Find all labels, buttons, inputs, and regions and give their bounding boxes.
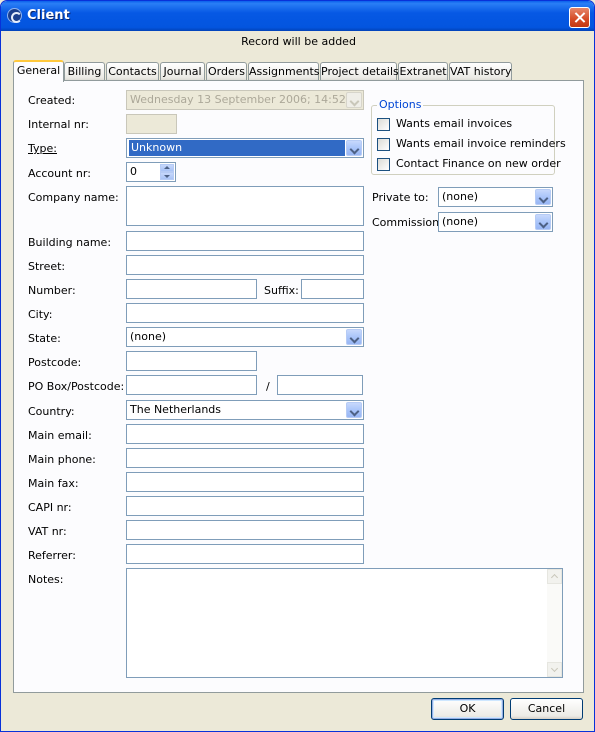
type-label: Type: [28,142,57,155]
spinner[interactable] [160,164,174,180]
tab-vat-history[interactable]: VAT history [449,62,512,81]
created-value: Wednesday 13 September 2006; 14:52 [130,93,346,106]
general-panel: Created: Wednesday 13 September 2006; 14… [13,80,584,693]
close-icon[interactable] [569,7,590,28]
spin-down-icon[interactable] [160,172,174,180]
main-fax-label: Main fax: [28,477,79,490]
internal-nr-field [126,114,177,134]
main-email-label: Main email: [28,429,92,442]
type-select[interactable]: Unknown [126,138,364,158]
commission-select[interactable]: (none) [438,212,553,232]
notes-textarea[interactable] [126,568,563,678]
state-value: (none) [130,330,167,343]
title-bar[interactable]: Client [1,1,594,31]
status-message: Record will be added [241,35,356,48]
referrer-input[interactable] [126,544,364,564]
tab-general[interactable]: General [13,60,64,82]
city-label: City: [28,308,53,321]
building-name-label: Building name: [28,236,112,249]
tab-project-details[interactable]: Project details [320,62,399,81]
window-title: Client [27,8,70,23]
po-box-label: PO Box/Postcode: [28,380,125,393]
scroll-down-icon[interactable] [547,662,562,677]
chevron-down-icon[interactable] [535,214,551,230]
street-input[interactable] [126,255,364,275]
number-label: Number: [28,284,76,297]
referrer-label: Referrer: [28,549,76,562]
app-icon [7,8,22,23]
commission-value: (none) [442,215,479,228]
created-field: Wednesday 13 September 2006; 14:52 [126,90,364,110]
chevron-down-icon [346,92,362,108]
wants-email-invoices-checkbox[interactable] [377,118,390,131]
po-box-input[interactable] [126,375,257,395]
chevron-down-icon[interactable] [535,189,551,205]
tab-journal[interactable]: Journal [160,62,205,81]
country-value: The Netherlands [130,403,222,416]
options-legend: Options [377,98,424,111]
street-label: Street: [28,260,66,273]
created-label: Created: [28,94,76,107]
client-dialog: Client Record will be added General Bill… [0,0,595,732]
tab-assignments[interactable]: Assignments [248,62,320,81]
postcode-label: Postcode: [28,356,82,369]
chevron-down-icon[interactable] [346,402,362,418]
contact-finance-checkbox[interactable] [377,158,390,171]
tab-contacts[interactable]: Contacts [106,62,159,81]
private-to-select[interactable]: (none) [438,187,553,207]
main-fax-input[interactable] [126,472,364,492]
vat-nr-input[interactable] [126,520,364,540]
contact-finance-label[interactable]: Contact Finance on new order [396,157,561,170]
private-to-label: Private to: [372,191,429,204]
account-nr-stepper[interactable]: 0 [126,162,176,182]
wants-email-reminders-checkbox[interactable] [377,138,390,151]
suffix-label: Suffix: [264,284,299,297]
commission-label: Commission: [372,216,443,229]
type-value: Unknown [129,140,345,156]
private-to-value: (none) [442,190,479,203]
main-phone-input[interactable] [126,448,364,468]
capi-nr-input[interactable] [126,496,364,516]
company-name-input[interactable] [126,186,364,226]
main-email-input[interactable] [126,424,364,444]
chevron-down-icon[interactable] [346,329,362,345]
building-name-input[interactable] [126,231,364,251]
notes-label: Notes: [28,573,64,586]
ok-button[interactable]: OK [431,698,504,720]
notes-scrollbar[interactable] [547,569,562,677]
postcode-input[interactable] [126,351,257,371]
company-name-label: Company name: [28,191,119,204]
spin-up-icon[interactable] [160,164,174,172]
state-label: State: [28,332,61,345]
capi-nr-label: CAPI nr: [28,501,72,514]
country-label: Country: [28,405,75,418]
suffix-input[interactable] [301,279,364,299]
options-group: Options Wants email invoices Wants email… [371,98,566,175]
po-box-postcode-input[interactable] [277,375,363,395]
vat-nr-label: VAT nr: [28,525,67,538]
number-input[interactable] [126,279,257,299]
wants-email-invoices-label[interactable]: Wants email invoices [396,117,512,130]
internal-nr-label: Internal nr: [28,118,89,131]
wants-email-reminders-label[interactable]: Wants email invoice reminders [396,137,566,150]
main-phone-label: Main phone: [28,453,96,466]
po-box-separator: / [266,380,270,393]
tab-orders[interactable]: Orders [206,62,247,81]
state-select[interactable]: (none) [126,327,364,347]
city-input[interactable] [126,303,364,323]
account-nr-value: 0 [130,165,137,178]
chevron-down-icon[interactable] [346,140,362,156]
tab-extranet[interactable]: Extranet [398,62,448,81]
scroll-up-icon[interactable] [547,569,562,584]
account-nr-label: Account nr: [28,167,91,180]
country-select[interactable]: The Netherlands [126,400,364,420]
cancel-button[interactable]: Cancel [510,698,583,720]
tab-billing[interactable]: Billing [64,62,105,81]
